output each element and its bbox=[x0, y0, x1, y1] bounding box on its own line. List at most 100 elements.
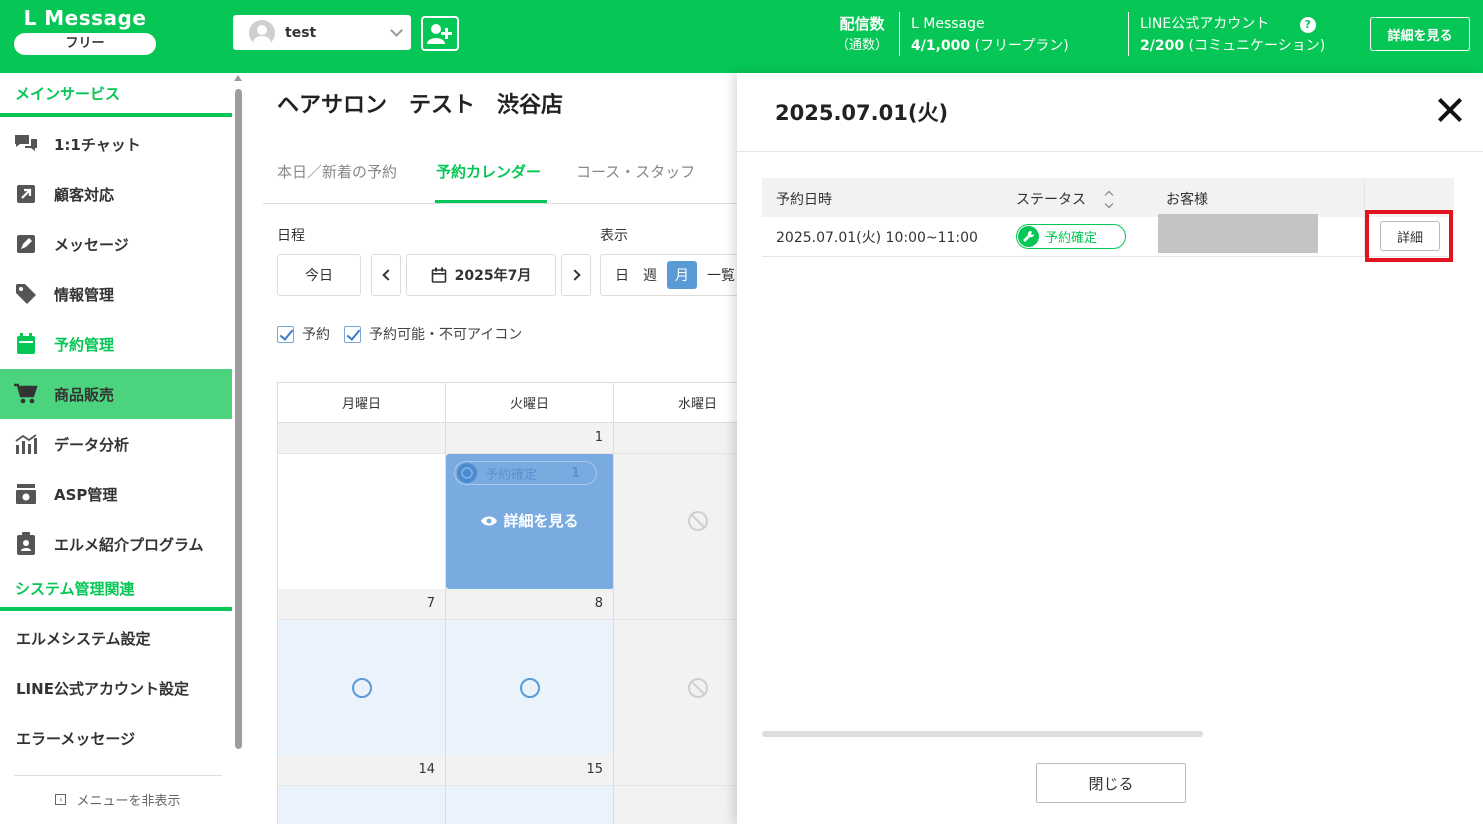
reservation-checkbox[interactable]: 予約 bbox=[277, 324, 330, 344]
sidebar-item-customer[interactable]: 顧客対応 bbox=[0, 169, 232, 219]
sidebar-item-referral[interactable]: エルメ紹介プログラム bbox=[0, 519, 232, 569]
view-list-button[interactable]: 一覧 bbox=[707, 265, 735, 285]
plan-badge: フリー bbox=[14, 33, 156, 55]
event-status-pill: 予約確定 1 bbox=[454, 461, 597, 485]
tab-today-new[interactable]: 本日／新着の予約 bbox=[277, 161, 397, 182]
sidebar-item-label: エラーメッセージ bbox=[16, 729, 136, 748]
wrench-icon bbox=[1018, 226, 1039, 247]
arrow-box-icon bbox=[14, 182, 38, 206]
view-week-button[interactable]: 週 bbox=[643, 265, 657, 285]
event-detail-label: 詳細を見る bbox=[503, 512, 579, 530]
weekday-header-wed: 水曜日 bbox=[613, 382, 737, 423]
status-label: 予約確定 bbox=[1045, 231, 1098, 246]
calendar-cell bbox=[613, 785, 737, 824]
help-icon[interactable]: ? bbox=[1299, 17, 1316, 33]
calendar-cell[interactable]: 予約確定 1 詳細を見る bbox=[445, 453, 614, 589]
tab-reservation-calendar[interactable]: 予約カレンダー bbox=[436, 161, 541, 182]
sidebar-item-info[interactable]: 情報管理 bbox=[0, 269, 232, 319]
sidebar-item-message[interactable]: メッセージ bbox=[0, 219, 232, 269]
calendar-cell bbox=[613, 453, 737, 589]
available-icon bbox=[520, 678, 540, 698]
sidebar-item-label: データ分析 bbox=[54, 435, 130, 454]
close-button[interactable]: 閉じる bbox=[1036, 763, 1186, 803]
chevron-down-icon bbox=[390, 23, 403, 37]
day-number: 8 bbox=[445, 589, 613, 619]
event-status-label: 予約確定 bbox=[485, 467, 538, 483]
weekday-header-mon: 月曜日 bbox=[277, 382, 445, 423]
col-status-header[interactable]: ステータス bbox=[1016, 189, 1086, 209]
horizontal-scrollbar[interactable] bbox=[762, 731, 1203, 737]
next-month-button[interactable] bbox=[561, 254, 591, 296]
day-number bbox=[277, 423, 445, 453]
month-picker[interactable]: 2025年7月 bbox=[406, 254, 556, 296]
unavailable-icon bbox=[688, 678, 708, 698]
tab-course-staff[interactable]: コース・スタッフ bbox=[576, 161, 695, 182]
active-tab-indicator bbox=[435, 200, 547, 203]
reservation-event-card[interactable]: 予約確定 1 詳細を見る bbox=[446, 454, 614, 589]
day-number bbox=[613, 755, 737, 785]
prev-month-button[interactable] bbox=[371, 254, 401, 296]
calendar-cell[interactable] bbox=[277, 453, 445, 589]
sidebar-item-sales[interactable]: 商品販売 bbox=[0, 369, 232, 419]
reservation-checkbox-label: 予約 bbox=[302, 327, 330, 343]
collapse-icon: ‹ bbox=[55, 794, 67, 805]
sidebar-item-reservation[interactable]: 予約管理 bbox=[0, 319, 232, 369]
delivery-label: 配信数 bbox=[839, 15, 885, 33]
add-user-button[interactable] bbox=[421, 16, 459, 51]
line-account-label: LINE公式アカウント bbox=[1140, 16, 1270, 32]
chevron-left-icon bbox=[381, 269, 394, 281]
scroll-up-arrow-icon[interactable] bbox=[234, 75, 242, 81]
line-account-count: 2/200 bbox=[1140, 38, 1185, 54]
checkbox-checked-icon bbox=[277, 325, 294, 343]
sidebar-item-system-settings[interactable]: エルメシステム設定 bbox=[0, 613, 232, 663]
account-selector[interactable]: test bbox=[233, 15, 411, 50]
calendar-cell[interactable] bbox=[277, 785, 445, 824]
tag-icon bbox=[14, 282, 38, 306]
sidebar-item-analytics[interactable]: データ分析 bbox=[0, 419, 232, 469]
table-row: 2025.07.01(火) 10:00~11:00 予約確定 詳細 bbox=[762, 178, 1454, 257]
avatar-icon bbox=[249, 19, 275, 46]
sidebar-item-label: ASP管理 bbox=[54, 485, 118, 504]
sidebar-scrollbar[interactable] bbox=[234, 75, 242, 749]
event-detail-link[interactable]: 詳細を見る bbox=[446, 510, 614, 531]
event-count: 1 bbox=[570, 465, 580, 481]
close-icon[interactable] bbox=[1437, 97, 1463, 123]
unavailable-icon bbox=[688, 511, 708, 531]
availability-icon-checkbox[interactable]: 予約可能・不可アイコン bbox=[344, 324, 522, 344]
logo-text: L Message bbox=[23, 6, 147, 30]
sort-icon[interactable] bbox=[1104, 189, 1114, 211]
sidebar-item-chat[interactable]: 1:1チャット bbox=[0, 119, 232, 169]
sidebar-item-asp[interactable]: ASP管理 bbox=[0, 469, 232, 519]
register-icon bbox=[14, 482, 38, 506]
view-label: 表示 bbox=[600, 228, 628, 244]
sidebar-item-label: エルメ紹介プログラム bbox=[54, 535, 204, 554]
col-customer-header: お客様 bbox=[1166, 192, 1208, 208]
day-number: 7 bbox=[277, 589, 445, 619]
customer-name-redacted bbox=[1158, 214, 1318, 253]
tab-bar: 本日／新着の予約 予約カレンダー コース・スタッフ bbox=[263, 148, 737, 204]
calendar-cell[interactable] bbox=[277, 619, 445, 755]
account-name: test bbox=[285, 24, 317, 41]
sidebar-item-line-settings[interactable]: LINE公式アカウント設定 bbox=[0, 663, 232, 713]
view-switcher: 日 週 月 一覧 bbox=[600, 254, 737, 296]
calendar-cell[interactable] bbox=[445, 785, 613, 824]
hide-menu-button[interactable]: ‹ メニューを非表示 bbox=[14, 775, 222, 823]
view-day-button[interactable]: 日 bbox=[615, 265, 629, 285]
available-icon bbox=[352, 678, 372, 698]
sidebar-item-label: 予約管理 bbox=[54, 335, 115, 354]
view-details-button[interactable]: 詳細を見る bbox=[1370, 17, 1470, 51]
calendar-cell[interactable] bbox=[445, 619, 613, 755]
reservation-day-panel: 2025.07.01(火) 予約日時 ステータス お客様 2025.07.01(… bbox=[737, 73, 1483, 824]
logo[interactable]: L Message フリー bbox=[14, 6, 156, 55]
scrollbar-thumb[interactable] bbox=[235, 89, 242, 749]
top-header: L Message フリー test 配信数 （通数） L Message 4/… bbox=[0, 0, 1483, 73]
view-month-button[interactable]: 月 bbox=[667, 261, 697, 289]
calendar-icon bbox=[14, 332, 38, 356]
divider bbox=[737, 151, 1483, 152]
sidebar-item-error-messages[interactable]: エラーメッセージ bbox=[0, 713, 232, 763]
header-divider bbox=[1128, 12, 1129, 56]
today-button[interactable]: 今日 bbox=[277, 254, 361, 296]
sidebar-item-label: LINE公式アカウント設定 bbox=[16, 679, 189, 698]
clipboard-icon bbox=[14, 532, 38, 556]
chevron-right-icon bbox=[568, 269, 581, 281]
